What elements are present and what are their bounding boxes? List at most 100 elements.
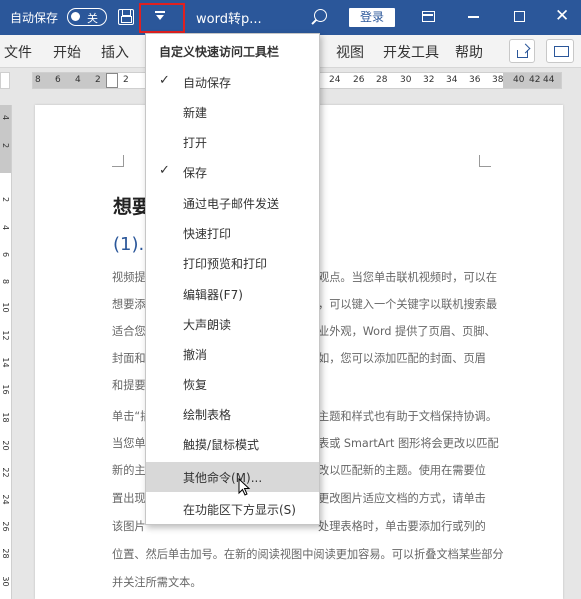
ruler-number: 12 [1, 330, 10, 341]
ruler-number: 6 [1, 251, 10, 258]
tab-home[interactable]: 开始 [53, 42, 81, 62]
menu-item-more-commands[interactable]: 其他命令(M)... [146, 462, 319, 492]
ruler-number: 2 [1, 142, 10, 149]
search-icon[interactable] [314, 9, 327, 22]
ruler-number: 26 [1, 521, 10, 532]
menu-item-touch-mouse-mode[interactable]: 触摸/鼠标模式 [146, 431, 319, 457]
qat-bar-glyph [155, 11, 165, 13]
menu-item-label: 撤消 [183, 348, 208, 362]
ruler-number: 30 [400, 75, 412, 85]
vertical-ruler[interactable]: 4 2 2 4 6 8 10 12 14 16 18 20 22 24 26 2… [0, 105, 12, 599]
tab-insert[interactable]: 插入 [101, 42, 129, 62]
share-button[interactable] [509, 39, 535, 63]
menu-item-label: 绘制表格 [183, 408, 232, 422]
ruler-number: 32 [423, 75, 435, 85]
checkmark-icon: ✓ [159, 163, 170, 178]
menu-item-label: 打印预览和打印 [183, 257, 268, 271]
ruler-number: 36 [469, 75, 481, 85]
body-text-line: 观点。当您单击联机视频时，可以在 [318, 271, 498, 284]
menu-item-label: 恢复 [183, 378, 208, 392]
body-text-line: 主题和样式也有助于文档保持协调。 [318, 410, 498, 423]
ruler-number: 4 [1, 114, 10, 121]
checkmark-icon: ✓ [159, 73, 170, 88]
ruler-number: 26 [353, 75, 365, 85]
crop-mark [112, 155, 124, 167]
mouse-pointer-icon [238, 478, 251, 496]
ruler-number: 2 [1, 196, 10, 203]
menu-item-redo[interactable]: 恢复 [146, 371, 319, 397]
tab-file[interactable]: 文件 [4, 42, 32, 62]
menu-item-label: 打开 [183, 136, 208, 150]
menu-item-email[interactable]: 通过电子邮件发送 [146, 190, 319, 216]
ruler-number: 14 [1, 357, 10, 368]
ruler-number: 22 [1, 467, 10, 478]
customize-qat-button[interactable] [139, 3, 185, 33]
body-text-line: 更改图片适应文档的方式，请单击 [318, 492, 486, 505]
menu-item-quick-print[interactable]: 快速打印 [146, 220, 319, 246]
maximize-icon[interactable] [514, 11, 525, 22]
menu-item-autosave[interactable]: ✓ 自动保存 [146, 69, 319, 95]
ribbon-display-options-icon[interactable] [422, 11, 435, 22]
menu-item-editor[interactable]: 编辑器(F7) [146, 281, 319, 307]
ruler-number: 28 [1, 548, 10, 559]
menu-item-label: 保存 [183, 166, 208, 180]
autosave-toggle[interactable]: 关 [67, 8, 107, 26]
ruler-number: 18 [1, 412, 10, 423]
ruler-number: 38 [492, 75, 504, 85]
menu-item-label: 编辑器(F7) [183, 288, 243, 302]
tab-help[interactable]: 帮助 [455, 42, 483, 62]
menu-item-open[interactable]: 打开 [146, 129, 319, 155]
ruler-number: 20 [1, 440, 10, 451]
menu-item-label: 通过电子邮件发送 [183, 197, 280, 211]
comments-button[interactable] [546, 39, 574, 63]
ruler-number: 28 [376, 75, 388, 85]
body-text-line: 业外观，Word 提供了页眉、页脚、 [318, 325, 496, 338]
body-text-line: 改以匹配新的主题。使用在需要位 [318, 464, 486, 477]
menu-item-read-aloud[interactable]: 大声朗读 [146, 311, 319, 337]
ruler-number: 30 [1, 576, 10, 587]
autosave-state: 关 [87, 12, 98, 25]
ruler-number: 24 [329, 75, 341, 85]
menu-item-save[interactable]: ✓ 保存 [146, 159, 319, 185]
ruler-corner [0, 72, 10, 89]
menu-item-print-preview[interactable]: 打印预览和打印 [146, 250, 319, 276]
menu-item-label: 自动保存 [183, 76, 232, 90]
body-text-line: ，可以键入一个关键字以联机搜索最 [318, 298, 498, 311]
ruler-number: 42 [529, 75, 541, 85]
menu-header: 自定义快速访问工具栏 [159, 45, 280, 59]
menu-item-label: 大声朗读 [183, 318, 232, 332]
menu-item-label: 触摸/鼠标模式 [183, 438, 260, 452]
tab-view[interactable]: 视图 [336, 42, 364, 62]
toggle-knob [71, 12, 80, 21]
menu-item-new[interactable]: 新建 [146, 99, 319, 125]
menu-item-show-below-ribbon[interactable]: 在功能区下方显示(S) [146, 496, 319, 522]
tab-developer[interactable]: 开发工具 [383, 42, 439, 62]
ruler-number: 44 [543, 75, 555, 85]
document-title: word转p... [196, 12, 262, 27]
minimize-icon[interactable] [468, 16, 479, 18]
ruler-number: 4 [1, 224, 10, 231]
ruler-number: 4 [75, 75, 81, 85]
menu-item-draw-table[interactable]: 绘制表格 [146, 401, 319, 427]
login-button[interactable]: 登录 [349, 8, 395, 27]
save-icon[interactable] [118, 9, 134, 25]
ruler-number: 6 [55, 75, 61, 85]
close-icon[interactable]: ✕ [555, 6, 569, 26]
ruler-number: 24 [1, 494, 10, 505]
crop-mark [479, 155, 491, 167]
ruler-number: 16 [1, 384, 10, 395]
body-text-line: 如，您可以添加匹配的封面、页眉 [318, 352, 486, 365]
title-bar: 自动保存 关 word转p... 登录 ✕ [0, 0, 581, 35]
indent-marker[interactable] [106, 73, 118, 88]
ruler-number: 34 [446, 75, 458, 85]
menu-item-label: 快速打印 [183, 227, 232, 241]
ruler-number: 2 [95, 75, 101, 85]
ruler-number: 8 [1, 278, 10, 285]
chevron-down-icon [156, 15, 164, 20]
menu-item-undo[interactable]: 撤消 [146, 341, 319, 367]
body-text-line: 处理表格时，单击要添加行或列的 [318, 520, 486, 533]
menu-item-label: 新建 [183, 106, 208, 120]
ruler-number: 40 [513, 75, 525, 85]
ruler-number: 10 [1, 302, 10, 313]
body-text-line: 并关注所需文本。 [112, 576, 202, 589]
